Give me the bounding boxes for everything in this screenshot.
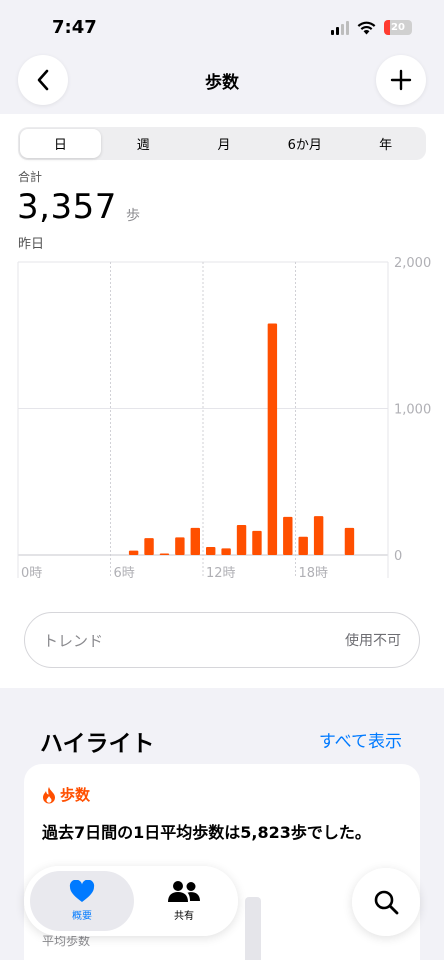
highlight-text: 過去7日間の1日平均歩数は5,823歩でした。 <box>42 823 371 842</box>
search-button[interactable] <box>352 868 420 936</box>
cellular-signal-icon <box>331 20 349 35</box>
flame-icon <box>43 786 55 803</box>
y-tick-label: 1,000 <box>394 403 431 418</box>
add-data-button[interactable] <box>376 55 426 105</box>
trend-row[interactable]: トレンド 使用不可 <box>24 612 420 668</box>
x-tick-label: 18時 <box>299 566 329 581</box>
card-category: 歩数 <box>42 784 90 805</box>
bar <box>298 536 308 555</box>
highlights-title: ハイライト <box>40 731 155 757</box>
battery-level: 20 <box>391 22 405 33</box>
y-tick-label: 2,000 <box>394 256 431 271</box>
total-label: 合計 <box>18 170 43 184</box>
steps-bar-chart[interactable]: 0 1,000 2,000 0時 6時 12時 18時 <box>0 250 444 585</box>
trend-label: トレンド <box>43 631 104 650</box>
bar <box>236 524 247 555</box>
bar <box>252 530 262 555</box>
plus-icon <box>390 69 412 91</box>
tab-bar: 概要 共有 <box>24 866 238 936</box>
bar <box>313 516 324 555</box>
y-tick-label: 0 <box>394 549 402 564</box>
x-tick-label: 6時 <box>114 566 135 581</box>
segment-day[interactable]: 日 <box>20 129 101 158</box>
mini-chart-bar <box>245 897 261 960</box>
wifi-icon <box>357 21 376 34</box>
tab-sharing[interactable]: 共有 <box>134 871 234 931</box>
bar <box>221 548 231 555</box>
segment-month[interactable]: 月 <box>184 127 265 160</box>
status-time: 7:47 <box>52 17 97 38</box>
heart-icon <box>69 880 95 902</box>
x-tick-label: 0時 <box>21 566 42 581</box>
segment-year[interactable]: 年 <box>345 127 426 160</box>
status-icons: 20 <box>331 20 412 35</box>
total-unit: 歩 <box>126 208 140 224</box>
nav-bar: 歩数 <box>0 50 444 114</box>
search-icon <box>374 890 399 915</box>
status-bar: 7:47 20 <box>0 0 444 50</box>
bar <box>128 550 139 555</box>
bar <box>267 323 278 555</box>
x-tick-label: 12時 <box>206 566 236 581</box>
tab-summary-label: 概要 <box>72 911 92 922</box>
people-icon <box>168 881 200 902</box>
card-category-label: 歩数 <box>60 786 91 804</box>
bar <box>144 538 154 555</box>
time-range-segmented-control: 日 週 月 6か月 年 <box>18 127 426 160</box>
bar <box>175 537 185 555</box>
bar <box>344 527 355 555</box>
tab-summary[interactable]: 概要 <box>30 871 134 931</box>
bar <box>190 527 200 555</box>
trend-value: 使用不可 <box>345 633 401 649</box>
segment-week[interactable]: 週 <box>103 127 184 160</box>
segment-6-months[interactable]: 6か月 <box>264 127 345 160</box>
bar <box>159 553 170 555</box>
total-value: 3,357 <box>17 187 117 227</box>
bar <box>283 516 293 555</box>
battery-icon: 20 <box>384 20 412 35</box>
bar <box>206 546 216 555</box>
tab-sharing-label: 共有 <box>174 911 194 922</box>
show-all-link[interactable]: すべて表示 <box>319 727 402 752</box>
